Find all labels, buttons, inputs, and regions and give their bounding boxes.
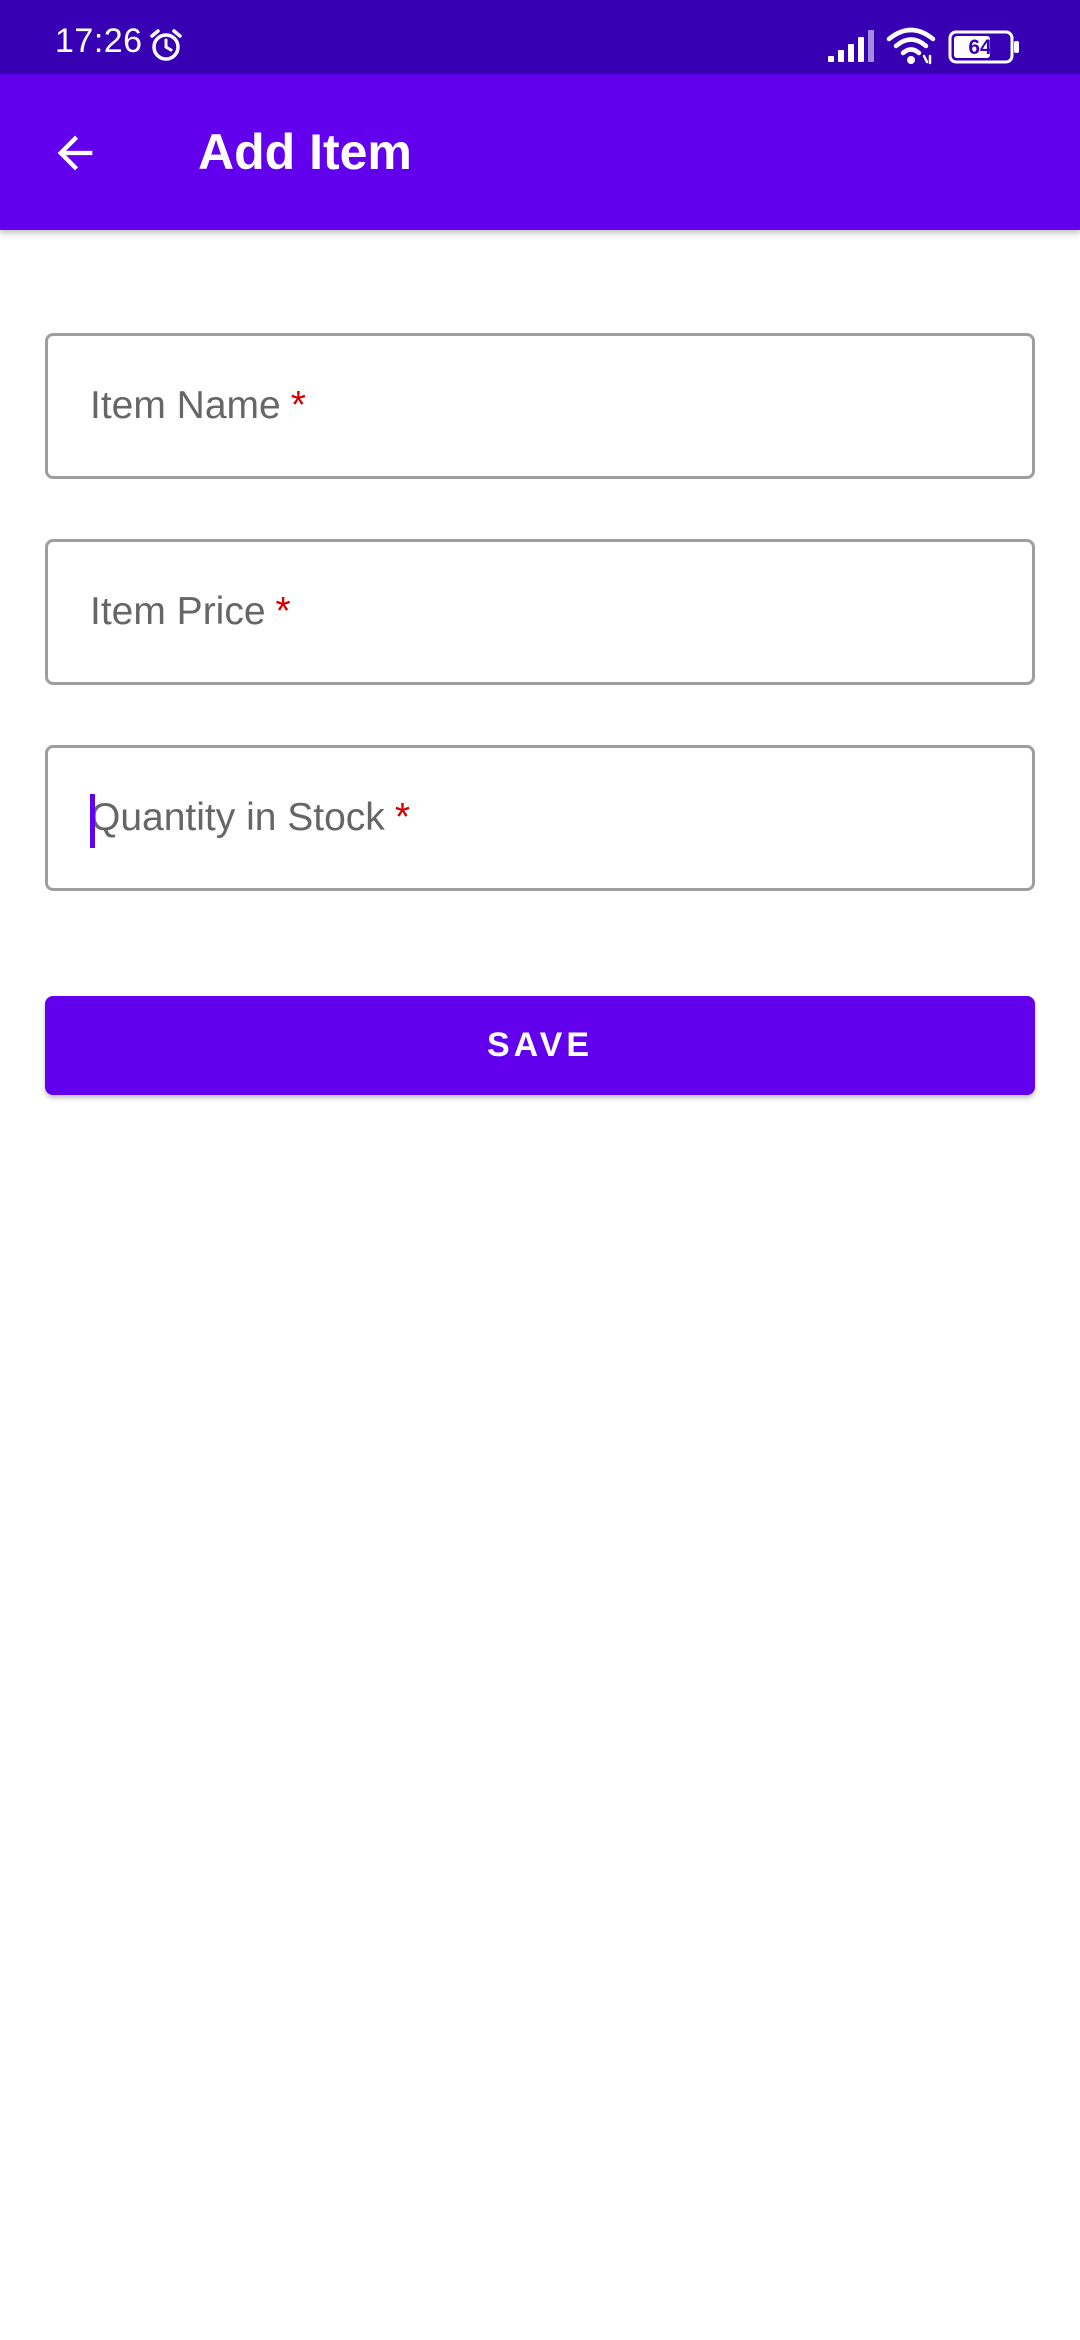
quantity-in-stock-field[interactable]: Quantity in Stock * [45, 745, 1035, 891]
item-name-field[interactable]: Item Name * [45, 333, 1035, 479]
required-mark: * [290, 384, 306, 427]
text-cursor [90, 794, 95, 848]
add-item-screen: 17:26 64 Add Item Item Name * Item Price… [0, 0, 1080, 2340]
page-title: Add Item [198, 124, 412, 180]
item-price-field[interactable]: Item Price * [45, 539, 1035, 685]
status-bar: 17:26 64 [0, 0, 1080, 74]
item-name-label: Item Name * [90, 384, 306, 427]
alarm-icon [150, 29, 182, 61]
app-bar: Add Item [0, 74, 1080, 230]
quantity-in-stock-label: Quantity in Stock * [90, 796, 410, 839]
signal-icon [828, 30, 874, 62]
status-time: 17:26 [55, 22, 143, 60]
required-mark: * [394, 796, 410, 839]
required-mark: * [275, 590, 291, 633]
item-price-label: Item Price * [90, 590, 291, 633]
save-button[interactable]: SAVE [45, 996, 1035, 1095]
back-button[interactable] [30, 108, 120, 198]
arrow-back-icon [57, 135, 93, 171]
wifi-icon [886, 27, 936, 65]
battery-level: 64 [968, 36, 992, 59]
